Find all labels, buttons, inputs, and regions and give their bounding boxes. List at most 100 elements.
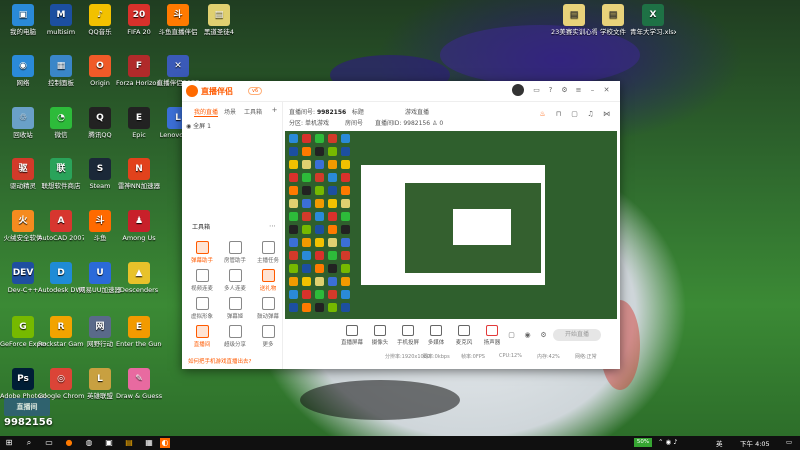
- preview-mini-icon: [315, 303, 324, 312]
- desktop-icon-image: ◉: [12, 55, 34, 77]
- preview-mini-icon: [341, 225, 350, 234]
- source-button[interactable]: 手机投屏: [393, 325, 423, 346]
- desktop-icon[interactable]: 斗斗鱼直播伴侣: [155, 4, 201, 36]
- category-row[interactable]: 分区: 单机游戏: [289, 118, 329, 127]
- room-tag[interactable]: 游戏直播: [405, 107, 429, 116]
- ball-pattern: [300, 380, 460, 420]
- tool-label: 鼓动弹幕: [256, 314, 279, 320]
- source-label: 麦克风: [455, 340, 473, 346]
- tool-label: 送礼物: [259, 286, 277, 292]
- share-icon[interactable]: ⋈: [602, 110, 611, 119]
- close-button[interactable]: ✕: [602, 86, 611, 95]
- tab-my-live[interactable]: 我的直播: [194, 107, 219, 117]
- preview-mini-icon: [302, 173, 311, 182]
- tool-item[interactable]: 鼓动弹幕: [253, 297, 283, 320]
- tool-item[interactable]: 主播任务: [253, 241, 283, 264]
- tool-item[interactable]: 更多: [253, 325, 283, 348]
- visibility-icon[interactable]: ◉: [523, 331, 532, 340]
- preview-mini-icon: [341, 147, 350, 156]
- gear-icon[interactable]: ⚙: [539, 331, 548, 340]
- desktop-icon-image: Ps: [12, 368, 34, 390]
- douyu-taskbar-icon[interactable]: ●: [64, 438, 74, 448]
- source-button[interactable]: 多媒体: [421, 325, 451, 346]
- clock[interactable]: 下午 4:05: [740, 438, 770, 448]
- tool-item[interactable]: 送礼物: [253, 269, 283, 292]
- tool-item[interactable]: 直播间: [187, 325, 217, 348]
- tool-icon: [261, 241, 275, 254]
- desktop-icon[interactable]: N 雷神NN加速器: [116, 158, 162, 190]
- gift-icon[interactable]: ♨: [538, 110, 547, 119]
- tool-item[interactable]: 视频连麦: [187, 269, 217, 292]
- menu-icon[interactable]: ≡: [574, 86, 583, 95]
- preview-mini-icon: [341, 290, 350, 299]
- preview-mini-icon: [289, 225, 298, 234]
- live-assistant-taskbar-icon[interactable]: ◐: [160, 438, 170, 448]
- desktop-icon[interactable]: ▲ Descenders: [116, 262, 162, 294]
- desktop-icon-image: ◔: [50, 107, 72, 129]
- preview-mini-icon: [302, 212, 311, 221]
- explorer-taskbar-icon[interactable]: ▤: [124, 438, 134, 448]
- taskbar-app-icon-2[interactable]: ▦: [144, 438, 154, 448]
- desktop-icon-image: A: [50, 210, 72, 232]
- desktop-icon-label: Enter the Gungeon: [116, 340, 162, 348]
- add-scene-icon[interactable]: +: [270, 106, 279, 115]
- battery-indicator[interactable]: 50%: [634, 438, 652, 447]
- tool-item[interactable]: 超级分享: [220, 325, 250, 348]
- camera-settings-icon[interactable]: ▢: [507, 331, 516, 340]
- tool-icon: [261, 325, 275, 338]
- app-logo: [186, 85, 198, 97]
- desktop-icon[interactable]: ✎ Draw & Guess: [116, 368, 162, 400]
- steam-taskbar-icon[interactable]: ◍: [84, 438, 94, 448]
- settings-icon[interactable]: ⚙: [560, 86, 569, 95]
- source-label: 直播屏幕: [340, 340, 363, 346]
- notification-icon[interactable]: ▭: [786, 438, 792, 446]
- help-icon[interactable]: ?: [546, 86, 555, 95]
- tool-item[interactable]: 弹幕助手: [187, 241, 217, 264]
- desktop-icon[interactable]: ♟ Among Us: [116, 210, 162, 242]
- preview-mini-icon: [289, 186, 298, 195]
- minimize-button[interactable]: –: [588, 86, 597, 95]
- source-button[interactable]: 麦克风: [449, 325, 479, 346]
- toolbox-more-icon[interactable]: ⋯: [268, 222, 277, 231]
- tool-item[interactable]: 房管助手: [220, 241, 250, 264]
- message-icon[interactable]: ▭: [532, 86, 541, 95]
- tray-icons[interactable]: ⌃ ◉ ♪: [658, 438, 677, 446]
- user-avatar[interactable]: [512, 84, 524, 96]
- source-button[interactable]: 摄像头: [365, 325, 395, 346]
- desktop-icon-image: DEV: [12, 262, 34, 284]
- search-icon[interactable]: ⌕: [24, 438, 34, 448]
- tool-item[interactable]: 虚拟形象: [187, 297, 217, 320]
- start-icon[interactable]: ⊞: [4, 438, 14, 448]
- source-button[interactable]: 扬声器: [477, 325, 507, 346]
- live-preview-canvas[interactable]: [285, 131, 617, 319]
- preview-mini-icon: [302, 199, 311, 208]
- preview-mini-icon: [328, 277, 337, 286]
- tab-toolbox[interactable]: 工具箱: [244, 107, 262, 116]
- taskbar-app-icon[interactable]: ▣: [104, 438, 114, 448]
- preview-mini-icon: [289, 238, 298, 247]
- tool-label: 虚拟形象: [190, 314, 213, 320]
- sidebar: 我的直播 场景 工具箱 + ◉ 全屏 1 工具箱 ⋯ 弹幕助手 房管助手 主播任务视…: [182, 101, 283, 369]
- preview-mini-icon: [289, 147, 298, 156]
- record-icon[interactable]: ▢: [570, 110, 579, 119]
- version-badge[interactable]: v6: [248, 87, 263, 95]
- task-view-icon[interactable]: ▭: [44, 438, 54, 448]
- tab-scene[interactable]: 场景: [224, 107, 236, 116]
- desktop-icon[interactable]: E Enter the Gungeon: [116, 316, 162, 348]
- mobile-live-promo[interactable]: 如何把手机游戏直播出去?: [188, 357, 251, 365]
- bell-icon[interactable]: ♫: [586, 110, 595, 119]
- desktop-icon-image: ✎: [128, 368, 150, 390]
- eye-icon[interactable]: ◉: [186, 123, 191, 130]
- tool-label: 超级分享: [223, 342, 246, 348]
- tool-item[interactable]: 多人连麦: [220, 269, 250, 292]
- input-language[interactable]: 英: [716, 438, 723, 448]
- start-live-button[interactable]: 开始直播: [553, 329, 601, 341]
- desktop-icon[interactable]: ▤ 黑道圣徒4: [196, 4, 242, 36]
- preview-mini-icon: [341, 212, 350, 221]
- preview-mini-icon: [328, 251, 337, 260]
- scene-item[interactable]: ◉ 全屏 1: [186, 121, 211, 130]
- lock-icon[interactable]: ⊓: [554, 110, 563, 119]
- tool-item[interactable]: 弹幕姬: [220, 297, 250, 320]
- desktop-icon[interactable]: X 青年大学习.xlsx: [630, 4, 676, 36]
- source-button[interactable]: 直播屏幕: [337, 325, 367, 346]
